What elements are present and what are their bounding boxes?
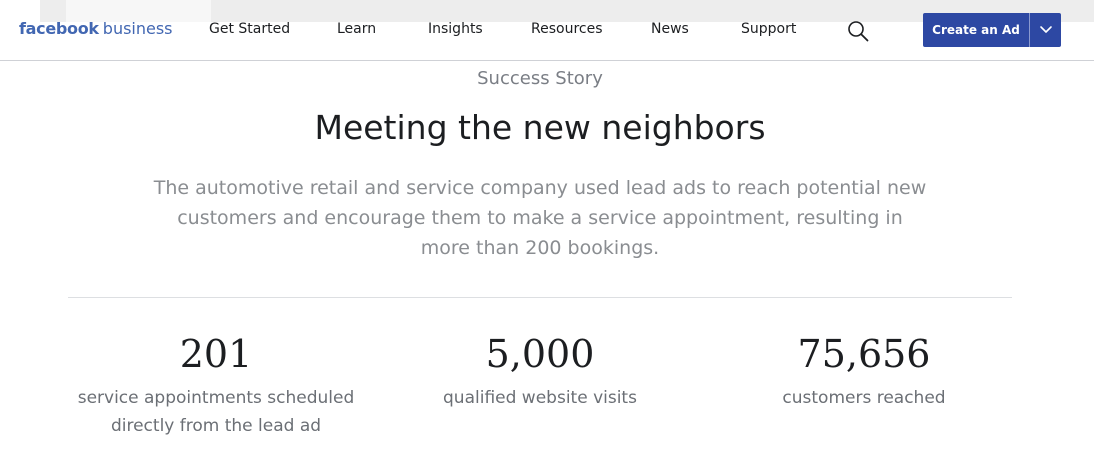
stat-website-visits: 5,000 qualified website visits (380, 330, 700, 412)
nav-resources[interactable]: Resources (531, 21, 603, 37)
chevron-down-icon (1039, 26, 1052, 33)
site-header: facebook business Get Started Learn Insig… (0, 0, 1094, 61)
stat-value: 75,656 (797, 332, 931, 376)
stat-label: service appointments scheduled directly … (77, 388, 355, 436)
stat-value: 201 (179, 332, 253, 376)
logo-business-text: business (102, 19, 173, 38)
nav-insights[interactable]: Insights (428, 21, 483, 37)
stat-value: 5,000 (485, 332, 595, 376)
story-eyebrow: Success Story (477, 68, 603, 89)
logo-facebook-text: facebook (19, 19, 99, 38)
create-ad-button[interactable]: Create an Ad (923, 13, 1029, 47)
stat-customers-reached: 75,656 customers reached (704, 330, 1024, 412)
create-ad-dropdown-button[interactable] (1030, 13, 1061, 47)
nav-learn[interactable]: Learn (337, 21, 376, 37)
search-icon[interactable] (847, 20, 869, 42)
stat-label: customers reached (782, 388, 946, 408)
section-divider (68, 297, 1012, 298)
page: facebook business Get Started Learn Insig… (0, 0, 1094, 454)
nav-support[interactable]: Support (741, 21, 796, 37)
story-description: The automotive retail and service compan… (153, 177, 927, 259)
stat-label: qualified website visits (443, 388, 637, 408)
stat-appointments: 201 service appointments scheduled direc… (56, 330, 376, 440)
nav-get-started[interactable]: Get Started (209, 21, 290, 37)
facebook-business-logo[interactable]: facebook business (19, 19, 173, 38)
create-ad-split-button: Create an Ad (923, 13, 1061, 47)
nav-news[interactable]: News (651, 21, 689, 37)
page-title: Meeting the new neighbors (314, 108, 766, 147)
